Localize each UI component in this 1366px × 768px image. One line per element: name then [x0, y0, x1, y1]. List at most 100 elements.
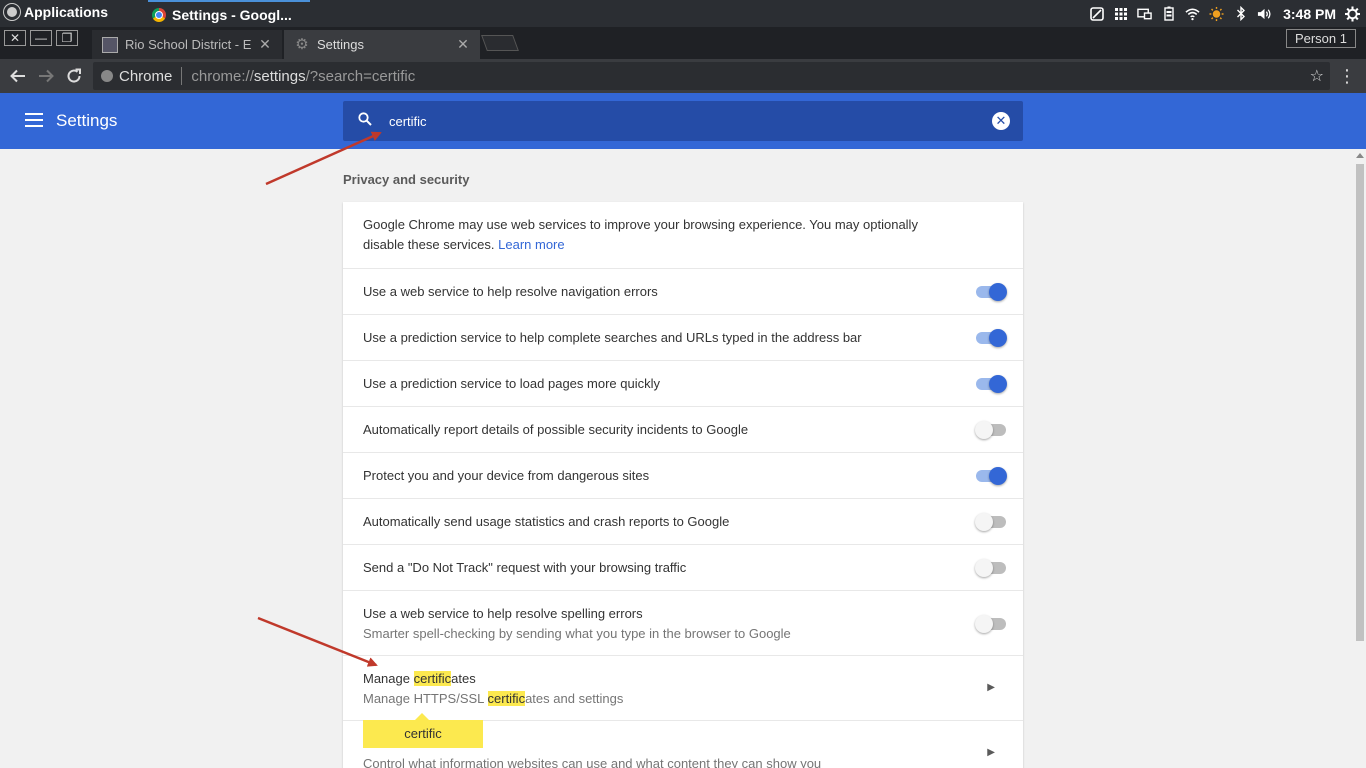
system-tray: 3:48 PM — [1089, 0, 1360, 27]
taskbar-item-title: Settings - Googl... — [172, 6, 292, 23]
window-minimize-button[interactable]: — — [30, 30, 52, 46]
omnibox-separator — [181, 67, 183, 85]
bluetooth-icon[interactable] — [1233, 6, 1248, 21]
tab-rio-school-district[interactable]: Rio School District - E ✕ — [92, 30, 282, 59]
intro-text-block: Google Chrome may use web services to im… — [363, 215, 953, 255]
power-icon[interactable] — [1345, 6, 1360, 21]
bookmark-star-icon[interactable]: ☆ — [1310, 66, 1324, 86]
url-host: settings — [253, 67, 306, 85]
volume-icon[interactable] — [1257, 6, 1272, 21]
profile-button[interactable]: Person 1 — [1285, 29, 1356, 48]
screen-icon[interactable] — [1089, 6, 1104, 21]
setting-label-block: Control what information websites can us… — [363, 754, 953, 768]
chevron-right-icon: ▶ — [987, 747, 995, 758]
settings-header: Settings ✕ — [0, 93, 1366, 149]
sublabel-part: ates and settings — [525, 691, 624, 706]
scroll-up-arrow-icon[interactable] — [1356, 153, 1364, 158]
applications-label: Applications — [24, 4, 109, 20]
toggle-switch-on[interactable] — [976, 283, 1007, 301]
settings-search[interactable]: ✕ — [343, 101, 1023, 141]
label-part: Manage — [363, 671, 414, 686]
search-highlight-bubble: certific — [363, 713, 483, 748]
learn-more-link[interactable]: Learn more — [498, 237, 564, 252]
label-part: ates — [451, 671, 476, 686]
back-arrow-icon[interactable] — [7, 65, 29, 87]
setting-row-security-incidents[interactable]: Automatically report details of possible… — [343, 407, 1023, 453]
os-top-panel: Applications Settings - Googl... 3:48 PM — [0, 0, 1366, 27]
chrome-menu-icon[interactable]: ⋮ — [1338, 65, 1356, 87]
search-highlight: certific — [413, 671, 452, 686]
taskbar-item-chrome[interactable]: Settings - Googl... — [148, 0, 310, 27]
search-input[interactable] — [389, 101, 949, 141]
battery-icon[interactable] — [1161, 6, 1176, 21]
sublabel-part: Manage HTTPS/SSL — [363, 691, 488, 706]
wifi-icon[interactable] — [1185, 6, 1200, 21]
address-bar[interactable]: Chrome chrome://settings/?search=certifi… — [93, 62, 1330, 90]
reload-icon[interactable] — [63, 65, 85, 87]
toggle-switch-on[interactable] — [976, 375, 1007, 393]
page-title: Settings — [56, 111, 118, 130]
clear-search-icon[interactable]: ✕ — [992, 112, 1010, 130]
setting-label: Use a prediction service to load pages m… — [363, 376, 660, 391]
window-close-button[interactable]: ✕ — [4, 30, 26, 46]
tab-close-icon[interactable]: ✕ — [258, 36, 272, 53]
privacy-card: Google Chrome may use web services to im… — [343, 202, 1023, 768]
tab-title: Rio School District - E — [125, 37, 252, 52]
toggle-switch-off[interactable] — [975, 615, 1006, 633]
applications-icon — [4, 4, 20, 20]
setting-row-prediction-search[interactable]: Use a prediction service to help complet… — [343, 315, 1023, 361]
chrome-icon — [152, 7, 166, 22]
search-icon — [358, 112, 372, 126]
setting-sublabel: Manage HTTPS/SSL certificates and settin… — [363, 689, 953, 709]
intro-text: Google Chrome may use web services to im… — [363, 217, 918, 252]
tab-settings[interactable]: ⚙ Settings ✕ — [284, 30, 480, 59]
scrollbar-thumb[interactable] — [1356, 164, 1364, 641]
new-tab-button[interactable] — [481, 35, 519, 51]
setting-label: Use a prediction service to help complet… — [363, 330, 862, 345]
setting-row-do-not-track[interactable]: Send a "Do Not Track" request with your … — [343, 545, 1023, 591]
setting-label: Manage certificates — [363, 669, 953, 689]
chevron-right-icon: ▶ — [987, 682, 995, 693]
setting-row-usage-statistics[interactable]: Automatically send usage statistics and … — [343, 499, 1023, 545]
toggle-switch-on[interactable] — [976, 467, 1007, 485]
setting-label: Send a "Do Not Track" request with your … — [363, 560, 687, 575]
url-scheme: chrome:// — [191, 67, 254, 85]
settings-content: Privacy and security Google Chrome may u… — [0, 149, 1366, 768]
clock[interactable]: 3:48 PM — [1283, 6, 1336, 22]
setting-sublabel: Control what information websites can us… — [363, 756, 822, 768]
setting-row-prediction-load[interactable]: Use a prediction service to load pages m… — [343, 361, 1023, 407]
setting-sublabel: Smarter spell-checking by sending what y… — [363, 626, 791, 641]
display-icon[interactable] — [1137, 6, 1152, 21]
setting-label: Use a web service to help resolve spelli… — [363, 606, 643, 621]
chrome-page-icon — [101, 70, 113, 82]
tab-close-icon[interactable]: ✕ — [456, 36, 470, 53]
setting-label: Use a web service to help resolve naviga… — [363, 284, 658, 299]
toggle-switch-off[interactable] — [975, 513, 1006, 531]
forward-arrow-icon[interactable] — [35, 65, 57, 87]
toggle-switch-on[interactable] — [976, 329, 1007, 347]
gear-icon: ⚙ — [295, 35, 309, 53]
url-path: /?search=certific — [305, 67, 416, 85]
toggle-switch-off[interactable] — [975, 559, 1006, 577]
rio-favicon-icon — [102, 36, 118, 53]
weather-icon[interactable] — [1209, 6, 1224, 21]
page-scrollbar[interactable] — [1354, 149, 1366, 768]
setting-row-manage-certificates[interactable]: Manage certificates Manage HTTPS/SSL cer… — [343, 656, 1023, 721]
tab-strip: ✕ — ❐ Rio School District - E ✕ ⚙ Settin… — [0, 27, 1366, 59]
setting-label: Automatically report details of possible… — [363, 422, 749, 437]
tab-title: Settings — [317, 37, 364, 52]
window-restore-button[interactable]: ❐ — [56, 30, 78, 46]
setting-label-block: Use a web service to help resolve spelli… — [363, 604, 953, 644]
setting-row-spelling-errors[interactable]: Use a web service to help resolve spelli… — [343, 591, 1023, 656]
browser-toolbar: Chrome chrome://settings/?search=certifi… — [0, 59, 1366, 93]
setting-row-safe-browsing[interactable]: Protect you and your device from dangero… — [343, 453, 1023, 499]
hamburger-menu-icon[interactable] — [25, 113, 43, 127]
grid-icon[interactable] — [1113, 6, 1128, 21]
search-highlight: certific — [487, 691, 526, 706]
setting-label-block: Manage certificates Manage HTTPS/SSL cer… — [363, 669, 953, 709]
toggle-switch-off[interactable] — [975, 421, 1006, 439]
applications-menu[interactable]: Applications — [4, 4, 108, 20]
section-title: Privacy and security — [343, 172, 470, 187]
setting-label: Protect you and your device from dangero… — [363, 468, 650, 483]
setting-row-navigation-errors[interactable]: Use a web service to help resolve naviga… — [343, 269, 1023, 315]
